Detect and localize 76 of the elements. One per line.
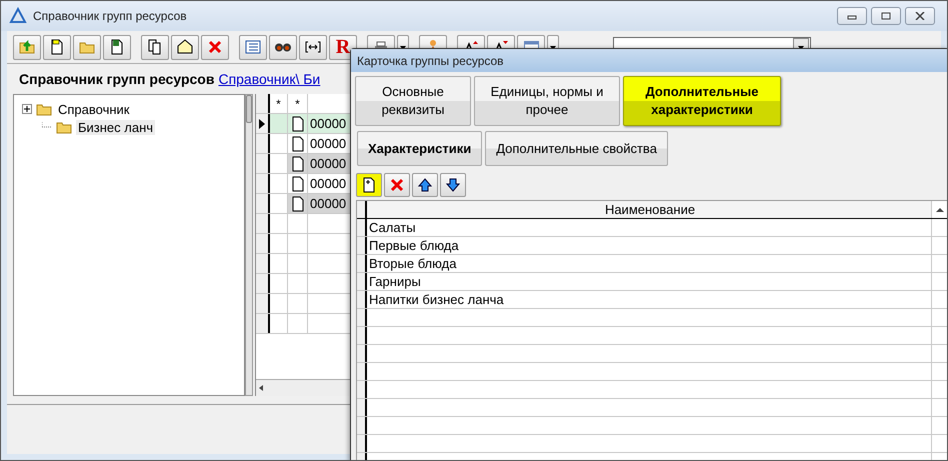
toolbar-button[interactable] [299, 34, 327, 60]
table-cell: Первые блюда [367, 237, 932, 254]
close-button[interactable] [905, 7, 935, 25]
row-header [256, 94, 270, 113]
move-down-button[interactable] [440, 173, 466, 197]
page-heading: Справочник групп ресурсов [19, 71, 214, 87]
maximize-button[interactable] [871, 7, 901, 25]
table-cell: Гарниры [367, 273, 932, 290]
table-cell: Вторые блюда [367, 255, 932, 272]
toolbar-button[interactable] [43, 34, 71, 60]
row-header[interactable] [357, 273, 367, 290]
row-header [256, 234, 270, 253]
row-header [357, 417, 367, 434]
document-icon [292, 136, 304, 152]
row-header [357, 327, 367, 344]
row-header[interactable] [357, 255, 367, 272]
row-header[interactable] [256, 174, 270, 193]
row-header[interactable] [256, 194, 270, 213]
row-header[interactable] [256, 134, 270, 153]
expand-icon [22, 104, 32, 114]
current-row-icon [259, 118, 265, 128]
row-header [256, 254, 270, 273]
row-header[interactable] [256, 154, 270, 173]
row-header [357, 345, 367, 362]
row-header [256, 314, 270, 333]
tab[interactable]: Дополнительные свойства [485, 131, 668, 166]
delete-icon [388, 176, 406, 194]
folder-arrow-icon [18, 38, 36, 56]
row-header [357, 309, 367, 326]
document-icon [292, 196, 304, 212]
tab[interactable]: Дополнительные характеристики [623, 76, 781, 126]
close-icon [915, 12, 925, 20]
tree-item[interactable]: Бизнес ланч [76, 120, 156, 134]
row-header [357, 363, 367, 380]
table-cell: Напитки бизнес ланча [367, 291, 932, 308]
document-icon [292, 156, 304, 172]
row-header [256, 274, 270, 293]
row-header [256, 214, 270, 233]
minimize-button[interactable] [837, 7, 867, 25]
document-icon [292, 176, 304, 192]
add-button[interactable] [356, 173, 382, 197]
list-icon [244, 38, 262, 56]
tree-item[interactable]: Справочник [56, 102, 132, 116]
table-cell: Салаты [367, 219, 932, 236]
delete-icon [206, 38, 224, 56]
column-header: Наименование [367, 201, 932, 218]
tab[interactable]: Единицы, нормы и прочее [474, 76, 620, 126]
window-title: Справочник групп ресурсов [33, 9, 187, 23]
toolbar-button[interactable] [269, 34, 297, 60]
row-header [256, 294, 270, 313]
report-button[interactable]: R [329, 34, 357, 60]
binoculars-icon [275, 42, 291, 52]
row-header[interactable] [357, 291, 367, 308]
toolbar-button[interactable] [103, 34, 131, 60]
row-header[interactable] [256, 114, 270, 133]
document-icon [292, 116, 304, 132]
tab[interactable]: Основные реквизиты [355, 76, 471, 126]
tab[interactable]: Характеристики [357, 131, 482, 166]
row-header[interactable] [357, 237, 367, 254]
row-header[interactable] [357, 219, 367, 236]
toolbar-button[interactable] [171, 34, 199, 60]
column-header: * [270, 94, 288, 113]
delete-button[interactable] [384, 173, 410, 197]
move-up-button[interactable] [412, 173, 438, 197]
row-header [357, 381, 367, 398]
maximize-icon [881, 12, 891, 20]
toolbar-button[interactable] [141, 34, 169, 60]
scroll-up-icon [936, 206, 944, 212]
column-header: * [288, 94, 308, 113]
arrow-up-icon [416, 176, 434, 194]
breadcrumb-link[interactable]: Справочник\ Би [218, 71, 320, 87]
row-header [357, 399, 367, 416]
arrow-down-icon [444, 176, 462, 194]
dialog-title: Карточка группы ресурсов [357, 54, 504, 68]
app-logo-icon [9, 7, 27, 25]
toolbar-button[interactable] [239, 34, 267, 60]
